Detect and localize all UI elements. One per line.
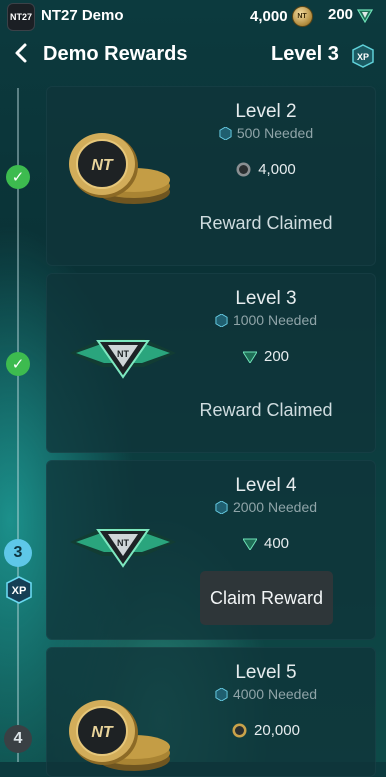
current-level-marker: 3 [4,539,32,567]
coin-icon: NT [291,6,313,27]
next-level-number: 4 [13,730,23,747]
next-level-marker: 4 [4,725,32,753]
xp-icon: XP [352,44,374,68]
app-name: NT27 Demo [41,7,124,24]
page-title: Demo Rewards [43,43,188,65]
gem-trophy-icon: NT [70,528,176,568]
xp-icon: XP [6,576,32,604]
card-title: Level 2 [235,101,297,122]
xp-needed-text: 2000 Needed [232,499,318,515]
gem-icon [242,351,257,363]
gem-trophy-icon: NT [70,339,176,379]
points-value: 200 [328,6,354,23]
points-balance[interactable]: 200 [328,6,374,23]
current-level-number: 3 [13,544,23,561]
coin-art-text: NT [91,157,114,174]
reward-card-level-2: NT Level 2 500 Needed 4,000 Reward Claim… [46,86,376,266]
xp-tag-text: XP [12,585,27,597]
coin-icon [232,723,247,738]
back-button[interactable] [10,42,32,68]
card-title: Level 4 [235,475,297,496]
card-title: Level 5 [235,662,297,683]
xp-needed: 4000 Needed [196,686,336,702]
svg-text:NT: NT [117,349,129,359]
check-icon: ✓ [6,165,30,189]
reward-amount: 20,000 [196,722,336,739]
reward-card-level-3: NT Level 3 1000 Needed 200 Reward Claime… [46,273,376,453]
reward-amount: 200 [196,348,336,365]
xp-icon [215,313,228,327]
timeline-line [17,88,19,762]
svg-text:NT: NT [117,538,129,548]
coin-art-text: NT [91,724,114,741]
reward-status: Reward Claimed [199,213,333,233]
xp-badge-text: XP [357,52,369,62]
current-level-label: Level 3 [271,43,339,65]
app-logo-text: NT27 [9,12,32,22]
reward-amount-text: 400 [263,535,290,552]
xp-needed: 1000 Needed [196,312,336,328]
reward-amount: 4,000 [196,161,336,178]
coins-value: 4,000 [250,8,288,25]
coin-icon [236,162,251,177]
reward-card-level-4: NT Level 4 2000 Needed 400 Claim Reward [46,460,376,640]
coins-stack-icon: NT [69,133,170,204]
coins-stack-icon: NT [69,700,170,771]
xp-icon [215,687,228,701]
gem-icon [242,538,257,550]
xp-icon [215,500,228,514]
xp-needed: 500 Needed [196,125,336,141]
app-logo: NT27 [7,3,35,31]
reward-card-level-5: NT Level 5 4000 Needed 20,000 [46,647,376,777]
page-header: Demo Rewards Level 3 XP [0,38,386,72]
claim-reward-button[interactable]: Claim Reward [200,571,333,625]
reward-amount-text: 200 [263,348,290,365]
xp-needed-text: 4000 Needed [232,686,318,702]
gem-icon [357,8,374,23]
coin-icon-text: NT [297,13,307,20]
reward-amount-text: 20,000 [254,722,300,739]
xp-needed-text: 1000 Needed [232,312,318,328]
xp-icon [219,126,232,140]
status-bar: NT27 NT27 Demo 4,000 NT 200 [0,0,386,32]
coins-balance[interactable]: 4,000 NT [250,6,313,27]
xp-needed-text: 500 Needed [236,125,314,141]
reward-amount-text: 4,000 [258,161,296,178]
chevron-left-icon [15,43,27,63]
xp-needed: 2000 Needed [196,499,336,515]
card-title: Level 3 [235,288,297,309]
check-icon: ✓ [6,352,30,376]
reward-amount: 400 [196,535,336,552]
reward-status: Reward Claimed [199,400,333,420]
